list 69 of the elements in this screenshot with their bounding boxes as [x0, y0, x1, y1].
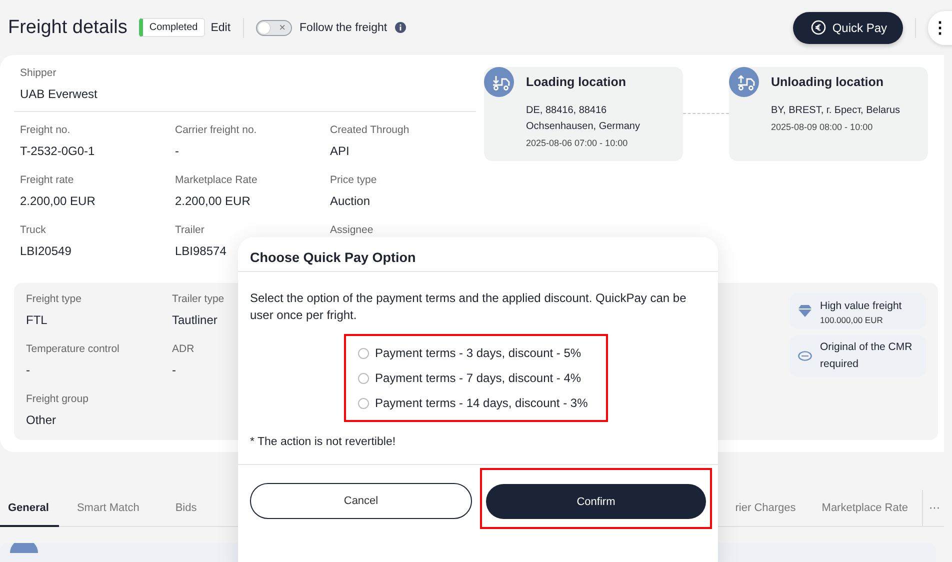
field-value: 2.200,00 EUR [175, 194, 250, 208]
truck-icon [729, 67, 759, 97]
field-label: Shipper [20, 67, 56, 79]
field-label: Created Through [330, 124, 410, 136]
location-address: Ochsenhausen, Germany [526, 120, 641, 134]
field-value: LBI98574 [175, 244, 226, 258]
document-icon [798, 351, 812, 361]
tab[interactable]: Smart Match [76, 490, 158, 527]
more-button[interactable]: ⋮ [928, 10, 952, 44]
field-label: Freight group [26, 393, 88, 405]
radio-option[interactable]: Payment terms - 7 days, discount - 4% [358, 371, 588, 385]
field-value: API [330, 144, 350, 158]
field-label: Price type [330, 174, 377, 186]
location-address: BY, BREST, г. Брест, Belarus [771, 104, 901, 118]
edit-link[interactable]: Edit [210, 22, 231, 34]
tab[interactable]: General [0, 490, 59, 527]
field-label: Truck [20, 224, 46, 236]
field-value: Other [26, 413, 56, 427]
location-time: 2025-08-06 07:00 - 10:00 [526, 138, 629, 148]
info-icon [395, 22, 406, 33]
field-value: UAB Everwest [20, 87, 98, 101]
field-label: Trailer type [172, 293, 224, 305]
chip-detail: 100.000,00 EUR [820, 314, 884, 324]
field-label: Temperature control [26, 343, 120, 355]
radio-icon[interactable] [358, 372, 369, 384]
field-label: ADR [172, 343, 194, 355]
field-label: Carrier freight no. [175, 124, 257, 136]
chip-title: High value freight [820, 298, 902, 314]
status-badge: Completed [139, 18, 205, 37]
radio-icon[interactable] [358, 398, 369, 408]
field-value: - [172, 363, 176, 377]
truck-icon [484, 67, 514, 97]
field-label: Freight no. [20, 124, 70, 136]
field-value: LBI20549 [20, 244, 72, 258]
location-title: Loading location [526, 75, 627, 89]
quick-pay-button[interactable]: Quick Pay [793, 12, 903, 44]
follow-toggle[interactable]: × [256, 20, 292, 36]
tab[interactable]: rier Charges [735, 490, 796, 527]
location-title: Unloading location [771, 75, 884, 89]
field-value: Auction [330, 194, 370, 208]
field-label: Freight rate [20, 174, 74, 186]
follow-label: Follow the freight [300, 22, 388, 34]
field-value: T-2532-0G0-1 [20, 144, 95, 158]
radio-icon[interactable] [358, 348, 369, 358]
radio-option[interactable]: Payment terms - 14 days, discount - 3% [358, 396, 588, 410]
chip-title: Original of the CMR required [820, 340, 914, 372]
page-title: Freight details [8, 16, 128, 38]
confirm-button[interactable]: Confirm [486, 484, 706, 519]
cancel-button[interactable]: Cancel [250, 483, 472, 519]
field-label: Marketplace Rate [175, 174, 258, 186]
warning-note: * The action is not revertible! [250, 436, 397, 448]
radio-option[interactable]: Payment terms - 3 days, discount - 5% [358, 346, 588, 360]
euro-icon [811, 20, 826, 35]
location-address: DE, 88416, 88416 [526, 104, 608, 118]
field-value: Tautliner [172, 313, 218, 327]
dialog-text: Select the option of the payment terms and the applied discount. QuickPay can be user once per fright. [250, 290, 688, 324]
field-value: - [175, 144, 179, 158]
field-label: Freight type [26, 293, 82, 305]
field-value: - [26, 363, 30, 377]
field-value: FTL [26, 313, 48, 327]
dialog-title: Choose Quick Pay Option [238, 237, 718, 272]
more-tabs-button[interactable]: ··· [922, 490, 944, 526]
location-time: 2025-08-09 08:00 - 10:00 [771, 122, 874, 132]
diamond-icon [798, 305, 812, 317]
field-label: Assignee [330, 224, 374, 236]
field-value: 2.200,00 EUR [20, 194, 96, 208]
tab[interactable]: Bids [175, 490, 215, 527]
tab[interactable]: Marketplace Rate [822, 490, 908, 527]
field-label: Trailer [175, 224, 204, 236]
